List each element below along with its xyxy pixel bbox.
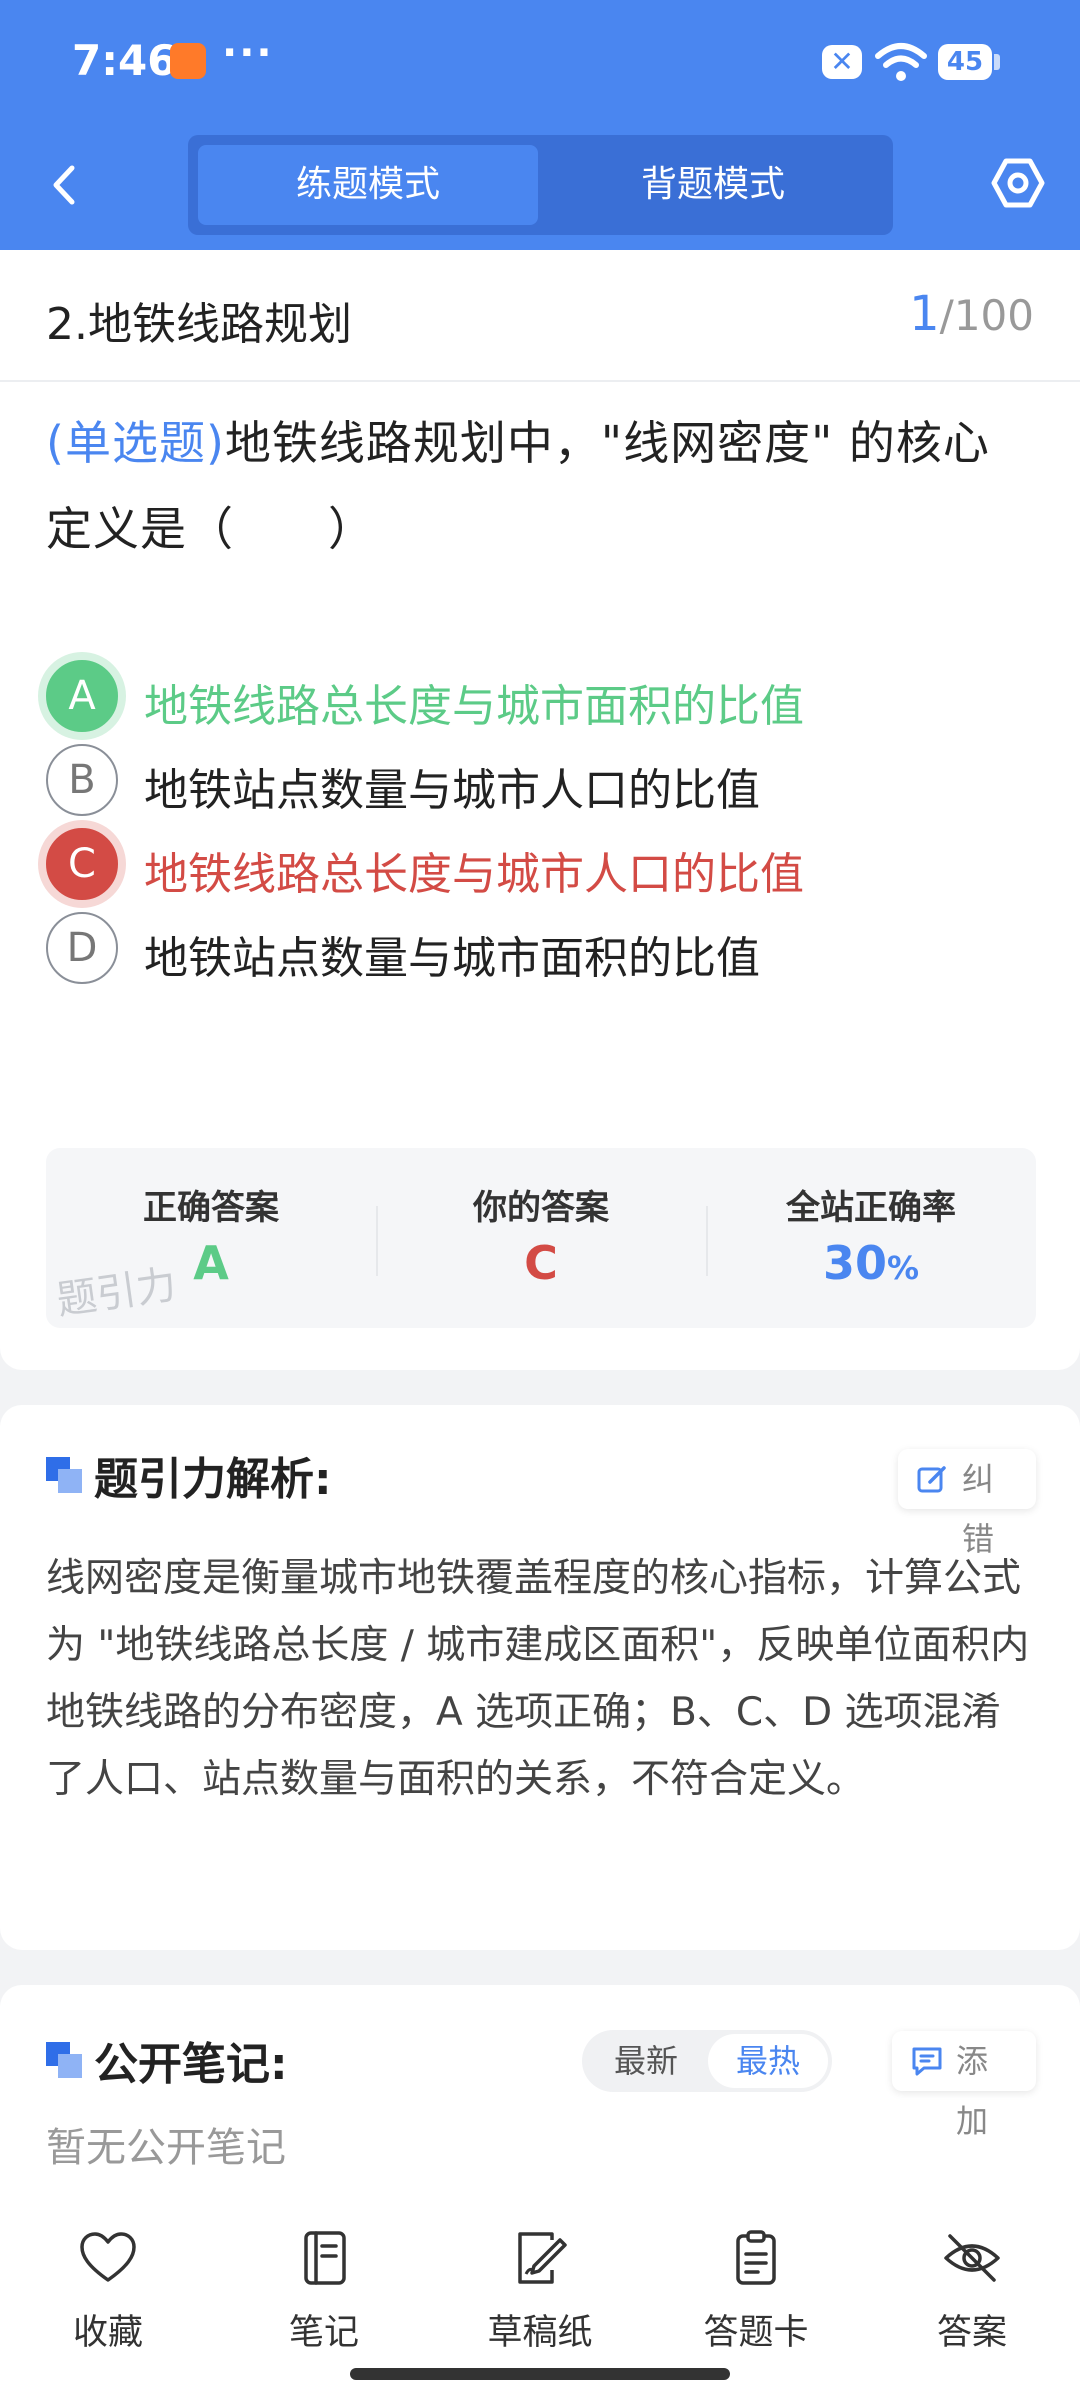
top-bar: 7:46 ··· ✕ 45 练题模式 背题模式 [0, 0, 1080, 250]
scratch-paper-button[interactable]: 草稿纸 [432, 2230, 648, 2370]
section-squares-icon [46, 2042, 82, 2078]
notes-label: 笔记 [288, 2313, 359, 2353]
your-answer-value: C [524, 1236, 558, 1290]
option-d[interactable]: D 地铁站点数量与城市面积的比值 [46, 912, 1036, 992]
option-c-key: C [46, 828, 118, 900]
scratch-paper-label: 草稿纸 [487, 2313, 593, 2353]
option-a-text: 地铁线路总长度与城市面积的比值 [144, 681, 804, 732]
notes-button[interactable]: 笔记 [216, 2230, 432, 2370]
question-stem: (单选题)地铁线路规划中，"线网密度" 的核心定义是（ ） [46, 400, 1036, 572]
notes-title: 公开笔记: [94, 2039, 288, 2090]
question-card: 2.地铁线路规划 1/100 (单选题)地铁线路规划中，"线网密度" 的核心定义… [0, 250, 1080, 1370]
accuracy-value: 30% [706, 1236, 1036, 1290]
home-indicator[interactable] [350, 2368, 730, 2380]
option-b-text: 地铁站点数量与城市人口的比值 [144, 765, 760, 816]
option-d-key: D [46, 912, 118, 984]
settings-hexagon-icon[interactable] [990, 155, 1046, 211]
analysis-text: 线网密度是衡量城市地铁覆盖程度的核心指标，计算公式为 "地铁线路总长度 / 城市… [46, 1556, 1030, 1802]
battery-tip [994, 54, 1000, 70]
your-answer-col: 你的答案 C [376, 1148, 706, 1328]
question-current: 1 [909, 286, 940, 342]
status-bar: 7:46 ··· ✕ 45 [0, 0, 1080, 125]
accuracy-number: 30 [822, 1236, 887, 1290]
accuracy-label: 全站正确率 [786, 1188, 956, 1228]
sort-hottest[interactable]: 最热 [708, 2034, 828, 2088]
add-note-button[interactable]: 添加 [892, 2031, 1036, 2140]
heart-icon [80, 2232, 136, 2282]
favorite-button[interactable]: 收藏 [0, 2230, 216, 2370]
report-error-label: 纠错 [962, 1460, 995, 1558]
wifi-icon [875, 43, 927, 81]
shop-app-icon [170, 43, 206, 79]
mode-switch: 练题模式 背题模式 [188, 135, 893, 235]
question-type: (单选题) [46, 416, 225, 470]
answer-sheet-label: 答题卡 [703, 2313, 809, 2353]
analysis-title: 题引力解析: [94, 1454, 332, 1505]
sort-latest[interactable]: 最新 [586, 2034, 706, 2088]
tab-practice-mode[interactable]: 练题模式 [198, 145, 538, 225]
option-c[interactable]: C 地铁线路总长度与城市人口的比值 [46, 828, 1036, 908]
hide-answer-label: 答案 [936, 2313, 1007, 2353]
your-answer-label: 你的答案 [473, 1188, 609, 1228]
answer-summary: 正确答案 A 你的答案 C 全站正确率 30% 题引力 [46, 1148, 1036, 1328]
edit-icon [917, 1466, 946, 1493]
clipboard-icon [736, 2230, 776, 2285]
notes-sort-switch: 最新 最热 [582, 2030, 832, 2092]
favorite-label: 收藏 [72, 2313, 143, 2353]
tab-memorize-mode[interactable]: 背题模式 [543, 145, 883, 225]
section-squares-icon [46, 1457, 82, 1493]
notebook-icon [304, 2231, 346, 2285]
status-time: 7:46 [72, 36, 177, 85]
report-error-button[interactable]: 纠错 [898, 1449, 1036, 1558]
no-sim-icon: ✕ [822, 45, 862, 79]
question-title: 2.地铁线路规划 [46, 299, 352, 350]
option-c-text: 地铁线路总长度与城市人口的比值 [144, 849, 804, 900]
battery-icon: 45 [938, 44, 992, 80]
accuracy-unit: % [886, 1249, 920, 1287]
add-note-label: 添加 [956, 2042, 989, 2140]
option-a-key: A [46, 660, 118, 732]
eye-off-icon [944, 2234, 1000, 2282]
question-total: /100 [939, 291, 1034, 340]
analysis-card: 题引力解析: 纠错 线网密度是衡量城市地铁覆盖程度的核心指标，计算公式为 "地铁… [0, 1405, 1080, 1950]
question-title-row: 2.地铁线路规划 1/100 [0, 250, 1080, 382]
no-notes-text: 暂无公开笔记 [46, 2125, 286, 2171]
correct-answer-label: 正确答案 [143, 1188, 279, 1228]
option-b[interactable]: B 地铁站点数量与城市人口的比值 [46, 744, 1036, 824]
question-counter[interactable]: 1/100 [909, 286, 1034, 342]
accuracy-col: 全站正确率 30% [706, 1148, 1036, 1328]
back-arrow-icon[interactable] [40, 160, 90, 210]
comment-add-icon [912, 2047, 942, 2076]
answer-sheet-button[interactable]: 答题卡 [648, 2230, 864, 2370]
option-a[interactable]: A 地铁线路总长度与城市面积的比值 [46, 660, 1036, 740]
more-notifications-icon: ··· [222, 30, 274, 76]
draft-icon [518, 2232, 567, 2284]
option-d-text: 地铁站点数量与城市面积的比值 [144, 933, 760, 984]
hide-answer-button[interactable]: 答案 [864, 2230, 1080, 2370]
option-b-key: B [46, 744, 118, 816]
